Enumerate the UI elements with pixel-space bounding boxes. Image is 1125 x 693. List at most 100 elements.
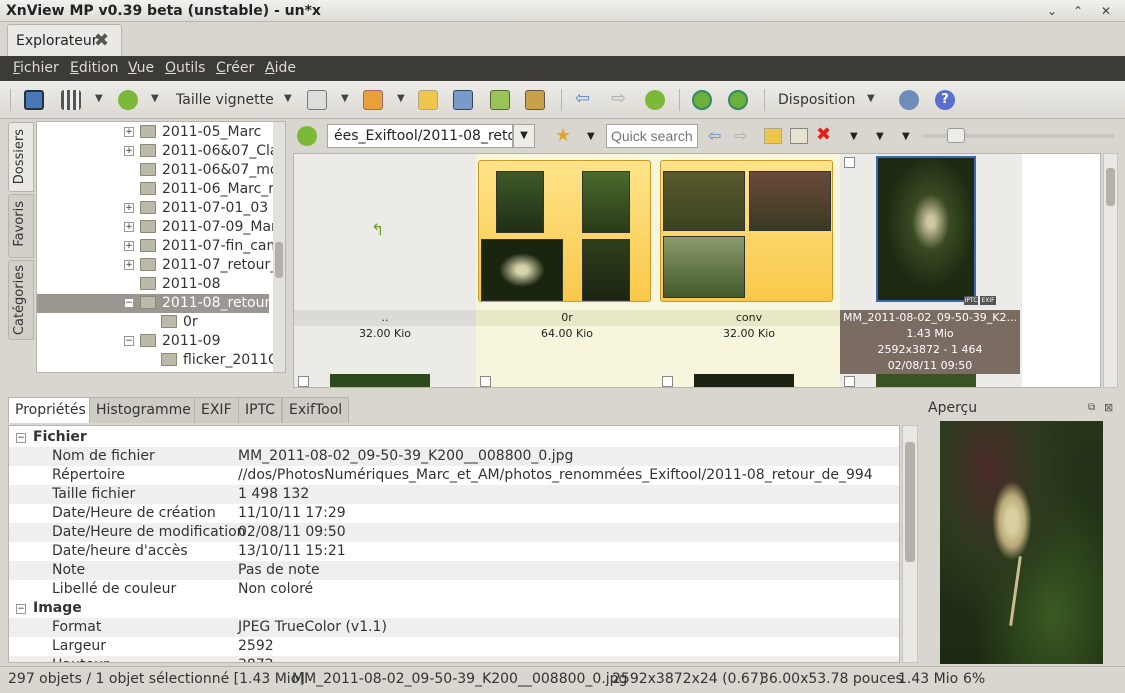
properties-panel[interactable]: − Fichier Nom de fichier MM_2011-08-02_09-5… — [8, 425, 900, 663]
thumbnail-photo[interactable] — [876, 374, 976, 387]
thumbnail-browser[interactable]: ↰ .. 32.00 Kio 0r 64.00 Kio conv 32.00 K… — [293, 153, 1101, 388]
tree-item[interactable]: +2011-07-fin_cam — [37, 237, 280, 256]
delete-icon[interactable]: ✖ — [816, 124, 831, 145]
path-dropdown-icon[interactable]: ▼ — [513, 124, 535, 148]
folder-tree[interactable]: +2011-05_Marc +2011-06&07_Cla 2011-06&07_m… — [36, 121, 286, 373]
menu-edition[interactable]: Edition — [70, 60, 118, 76]
close-window-icon[interactable]: ✕ — [1098, 3, 1114, 19]
menu-creer[interactable]: Créer — [216, 60, 254, 76]
sort-order-dropdown-icon[interactable]: ▼ — [876, 131, 884, 142]
close-panel-icon[interactable]: ⊠ — [1104, 401, 1113, 414]
thumbnail-checkbox[interactable] — [480, 376, 491, 387]
tree-item[interactable]: − 2011-08_retour_ — [37, 294, 277, 313]
filter-dropdown-icon[interactable]: ▼ — [850, 131, 858, 142]
favorites-dropdown-icon[interactable]: ▼ — [587, 131, 595, 142]
thumbnails-vertical-scrollbar[interactable] — [1103, 153, 1118, 388]
tree-item[interactable]: 0r — [37, 313, 269, 332]
side-tab-categories[interactable]: Catégories — [8, 260, 34, 340]
maximize-icon[interactable]: ⌃ — [1070, 3, 1086, 19]
tree-item[interactable]: flicker_2011C — [37, 351, 278, 370]
tree-expander-icon[interactable]: + — [124, 146, 134, 156]
history-forward-icon[interactable]: ⇨ — [734, 126, 747, 145]
tree-expander-icon[interactable]: + — [124, 260, 134, 270]
thumbnail-photo[interactable] — [330, 374, 430, 387]
forward-icon[interactable]: ⇨ — [611, 88, 626, 109]
minimize-icon[interactable]: ⌄ — [1044, 3, 1060, 19]
up-folder-icon[interactable] — [645, 90, 665, 110]
back-icon[interactable]: ⇦ — [575, 88, 590, 109]
calendar-dropdown-icon[interactable]: ▼ — [341, 93, 349, 104]
tree-item[interactable]: +2011-05_Marc — [37, 123, 269, 142]
tree-vertical-scrollbar[interactable] — [273, 122, 285, 372]
rotate-right-icon[interactable] — [728, 90, 748, 110]
menu-vue[interactable]: Vue — [128, 60, 154, 76]
tab-exiftool[interactable]: ExifTool — [282, 397, 350, 423]
menu-outils[interactable]: Outils — [165, 60, 205, 76]
tab-iptc[interactable]: IPTC — [238, 397, 283, 423]
slideshow-icon[interactable] — [453, 90, 473, 110]
tree-item[interactable]: +2011-07_retour_ — [37, 256, 277, 275]
batch-icon[interactable] — [525, 90, 545, 110]
thumb-size-slider-handle[interactable] — [947, 128, 965, 143]
tree-item[interactable]: +2011-07-01_03 — [37, 199, 269, 218]
collapse-icon[interactable]: − — [16, 433, 26, 443]
side-tab-dossiers[interactable]: Dossiers — [8, 122, 34, 192]
close-tab-icon[interactable]: ✖ — [94, 30, 109, 51]
tree-item[interactable]: 2011-08 — [37, 275, 269, 294]
menu-fichier[interactable]: Fichier — [13, 60, 59, 76]
view-mode-dropdown-icon[interactable]: ▼ — [95, 93, 103, 104]
view-options-dropdown-icon[interactable]: ▼ — [902, 131, 910, 142]
settings-gear-icon[interactable] — [899, 90, 919, 110]
refresh-icon[interactable] — [118, 90, 138, 110]
thumb-size-dropdown-icon[interactable]: ▼ — [284, 93, 292, 104]
parent-folder-icon[interactable] — [297, 126, 317, 146]
tab-proprietes[interactable]: Propriétés — [8, 397, 93, 423]
folder-tree-icon[interactable] — [418, 90, 438, 110]
tree-item[interactable]: +2011-07-09_Mar — [37, 218, 277, 237]
properties-vertical-scrollbar[interactable] — [902, 425, 918, 663]
tab-explorer[interactable]: Explorateur ✖ — [7, 24, 122, 56]
tab-histogramme[interactable]: Histogramme — [89, 397, 198, 423]
view-mode-icon[interactable] — [61, 90, 81, 110]
property-section[interactable]: − Image — [9, 599, 899, 618]
tree-item[interactable]: 2011-06&07_mo — [37, 161, 278, 180]
layout-button[interactable]: Disposition — [778, 92, 855, 108]
thumbnail-checkbox[interactable] — [662, 376, 673, 387]
thumb-size-button[interactable]: Taille vignette — [176, 92, 274, 108]
tree-expander-icon[interactable]: + — [124, 203, 134, 213]
tree-item[interactable]: − 2011-09 — [37, 332, 269, 351]
tab-exif[interactable]: EXIF — [194, 397, 239, 423]
fullscreen-icon[interactable] — [24, 90, 44, 110]
property-section[interactable]: − Fichier — [9, 428, 899, 447]
path-input[interactable]: ées_Exiftool/2011-08_retour — [327, 124, 513, 148]
tree-expander-icon[interactable]: + — [124, 127, 134, 137]
thumbnail-checkbox[interactable] — [844, 376, 855, 387]
tree-expander-icon[interactable]: + — [124, 222, 134, 232]
convert-icon[interactable] — [490, 90, 510, 110]
rename-icon[interactable] — [790, 128, 808, 144]
history-back-icon[interactable]: ⇦ — [708, 126, 721, 145]
menu-aide[interactable]: Aide — [265, 60, 296, 76]
calendar-icon[interactable] — [307, 90, 327, 110]
layout-dropdown-icon[interactable]: ▼ — [867, 93, 875, 104]
collapse-icon[interactable]: − — [16, 604, 26, 614]
tree-item[interactable]: +2011-06&07_Cla — [37, 142, 278, 161]
tree-expander-icon[interactable]: − — [124, 298, 134, 308]
tree-expander-icon[interactable]: − — [124, 336, 134, 346]
favorites-star-icon[interactable]: ★ — [555, 125, 571, 146]
float-panel-icon[interactable]: ⧉ — [1088, 402, 1095, 413]
quick-search-input[interactable] — [606, 124, 698, 148]
new-folder-icon[interactable] — [764, 128, 782, 144]
thumbnail-folder[interactable]: 0r 64.00 Kio — [476, 154, 658, 387]
tree-item[interactable]: 2011-06_Marc_r — [37, 180, 274, 199]
side-tab-favoris[interactable]: Favoris — [8, 194, 34, 258]
bookmark-dropdown-icon[interactable]: ▼ — [397, 93, 405, 104]
thumbnail-image-selected[interactable]: IPTC EXIF MM_2011-08-02_09-50-39_K2... 1… — [840, 154, 1022, 387]
thumbnail-photo[interactable] — [694, 374, 794, 387]
thumbnail-checkbox[interactable] — [844, 157, 855, 168]
thumbnail-folder[interactable]: conv 32.00 Kio — [658, 154, 840, 387]
bookmark-icon[interactable] — [363, 90, 383, 110]
rotate-left-icon[interactable] — [692, 90, 712, 110]
sort-dropdown-icon[interactable]: ▼ — [151, 93, 159, 104]
help-icon[interactable]: ? — [935, 90, 955, 110]
